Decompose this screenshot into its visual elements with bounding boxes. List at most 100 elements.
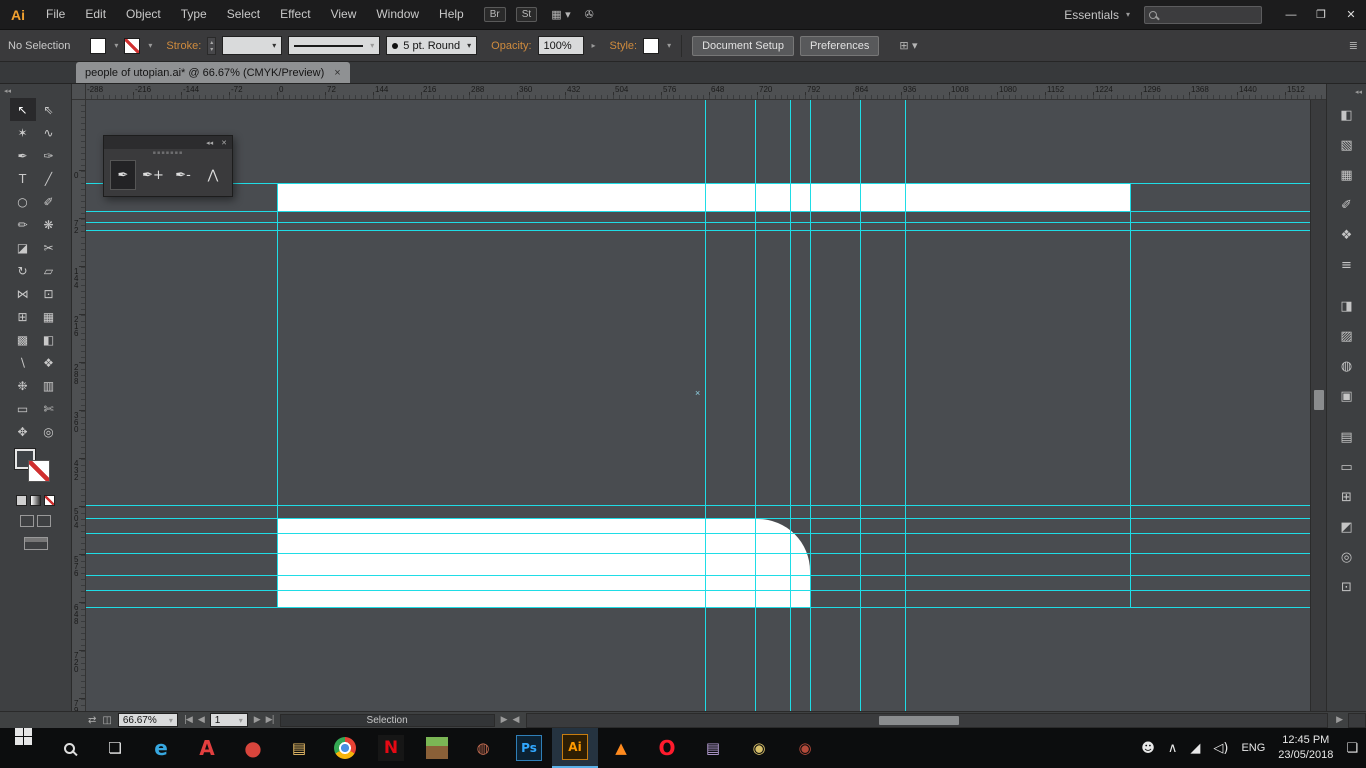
search-button[interactable] xyxy=(46,728,92,768)
arrange-documents-icon[interactable]: ▦ ▾ xyxy=(551,8,570,21)
shape-builder-tool[interactable]: ⊞ xyxy=(10,305,36,328)
layers-panel-icon[interactable]: ▤ xyxy=(1335,425,1359,449)
vertical-scrollbar-thumb[interactable] xyxy=(1314,390,1324,410)
perspective-grid-tool[interactable]: ▦ xyxy=(36,305,62,328)
status-flyout-icon[interactable]: ▶ xyxy=(501,715,507,725)
document-tab[interactable]: people of utopian.ai* @ 66.67% (CMYK/Pre… xyxy=(76,62,350,83)
guide-horizontal[interactable] xyxy=(86,575,1310,576)
blend-tool[interactable]: ❖ xyxy=(36,351,62,374)
opacity-label[interactable]: Opacity: xyxy=(491,40,531,52)
stroke-weight-select[interactable]: ▾ xyxy=(222,36,282,55)
expand-panels-icon[interactable]: ◂◂ xyxy=(1351,86,1366,100)
canvas[interactable]: × xyxy=(86,100,1310,711)
workspace-switcher[interactable]: Essentials ▾ xyxy=(1064,8,1130,22)
scroll-left-button[interactable]: ◀ xyxy=(513,715,519,725)
selection-tool[interactable]: ↖ xyxy=(10,98,36,121)
transparency-panel-icon[interactable]: ▨ xyxy=(1335,324,1359,348)
fill-color-swatch[interactable] xyxy=(90,38,106,54)
menu-view[interactable]: View xyxy=(321,0,367,29)
vertical-ruler[interactable]: 072144216288360432504576648720792 xyxy=(72,100,86,711)
guide-horizontal[interactable] xyxy=(86,607,1310,608)
color-guide-panel-icon[interactable]: ▧ xyxy=(1335,133,1359,157)
navigator-panel-icon[interactable]: ◎ xyxy=(1335,545,1359,569)
delete-anchor-point-tool[interactable]: ✒- xyxy=(170,160,196,190)
game-icon-1[interactable]: ◍ xyxy=(460,728,506,768)
guide-horizontal[interactable] xyxy=(86,505,1310,506)
brushes-panel-icon[interactable]: ✐ xyxy=(1335,193,1359,217)
gradient-tool[interactable]: ◧ xyxy=(36,328,62,351)
volume-icon[interactable]: ◁) xyxy=(1213,741,1228,756)
anchor-point-tool[interactable]: ⋀ xyxy=(200,160,226,190)
appearance-panel-icon[interactable]: ◍ xyxy=(1335,354,1359,378)
guide-vertical[interactable] xyxy=(790,100,791,711)
pen-tool[interactable]: ✒ xyxy=(10,144,36,167)
status-icon-1[interactable]: ⇄ xyxy=(88,715,96,726)
align-panel-icon[interactable]: ⊞ xyxy=(1335,485,1359,509)
none-button[interactable] xyxy=(44,495,55,506)
horizontal-scrollbar-thumb[interactable] xyxy=(879,716,959,725)
blob-brush-tool[interactable]: ❋ xyxy=(36,213,62,236)
artboard-tool[interactable]: ▭ xyxy=(10,397,36,420)
color-button[interactable] xyxy=(16,495,27,506)
style-swatch[interactable] xyxy=(643,38,659,54)
file-explorer-icon[interactable]: ▤ xyxy=(276,728,322,768)
draw-normal-button[interactable] xyxy=(20,515,34,527)
opacity-field[interactable]: 100% xyxy=(538,36,584,55)
zoom-level-select[interactable]: 66.67% ▾ xyxy=(118,713,178,727)
guide-vertical[interactable] xyxy=(810,100,811,711)
artboards-panel-icon[interactable]: ▭ xyxy=(1335,455,1359,479)
netflix-icon[interactable]: N xyxy=(368,728,414,768)
menu-type[interactable]: Type xyxy=(171,0,217,29)
slice-tool[interactable]: ✄ xyxy=(36,397,62,420)
previous-artboard-button[interactable]: ◀ xyxy=(198,715,204,725)
vertical-scrollbar[interactable] xyxy=(1310,84,1326,711)
align-options-icon[interactable]: ⊞ ▾ xyxy=(899,39,917,52)
type-tool[interactable]: T xyxy=(10,167,36,190)
chevron-up-icon[interactable]: ∧ xyxy=(1168,741,1178,756)
last-artboard-button[interactable]: ▶| xyxy=(266,715,274,725)
width-tool[interactable]: ⋈ xyxy=(10,282,36,305)
menu-window[interactable]: Window xyxy=(366,0,429,29)
stock-button[interactable]: St xyxy=(516,7,537,22)
close-tab-icon[interactable]: × xyxy=(334,67,340,79)
paintbrush-tool[interactable]: ✐ xyxy=(36,190,62,213)
language-indicator[interactable]: ENG xyxy=(1241,742,1265,754)
variable-width-profile-select[interactable]: ▾ xyxy=(288,36,380,55)
guide-vertical[interactable] xyxy=(860,100,861,711)
bridge-button[interactable]: Br xyxy=(484,7,506,22)
artwork-white-bar[interactable] xyxy=(277,183,1130,211)
menu-effect[interactable]: Effect xyxy=(270,0,320,29)
direct-selection-tool[interactable]: ⇖ xyxy=(36,98,62,121)
action-center-icon[interactable]: ❏ xyxy=(1346,741,1358,756)
restore-button[interactable]: ❐ xyxy=(1306,0,1336,29)
control-panel-menu-icon[interactable]: ≣ xyxy=(1349,39,1358,52)
edge-icon[interactable]: e xyxy=(138,728,184,768)
document-setup-button[interactable]: Document Setup xyxy=(692,36,794,56)
opera-icon[interactable]: O xyxy=(644,728,690,768)
artboard-number-field[interactable]: 1 ▾ xyxy=(210,713,248,727)
panel-grip[interactable]: ▪▪▪▪▪▪▪ xyxy=(104,149,232,158)
guide-horizontal[interactable] xyxy=(86,590,1310,591)
stroke-proxy-swatch[interactable] xyxy=(29,461,49,481)
guide-horizontal[interactable] xyxy=(86,533,1310,534)
search-input[interactable] xyxy=(1161,9,1257,21)
close-panel-icon[interactable]: ✕ xyxy=(221,139,227,147)
start-button[interactable] xyxy=(0,728,46,768)
horizontal-ruler[interactable]: -288-216-144-720721442162883604325045766… xyxy=(86,84,1326,100)
style-label[interactable]: Style: xyxy=(610,40,638,52)
color-panel-icon[interactable]: ◧ xyxy=(1335,103,1359,127)
pencil-tool[interactable]: ✏ xyxy=(10,213,36,236)
scroll-right-button[interactable]: ▶ xyxy=(1336,715,1342,725)
close-button[interactable]: ✕ xyxy=(1336,0,1366,29)
taskbar-clock[interactable]: 12:45 PM 23/05/2018 xyxy=(1278,733,1333,763)
magic-wand-tool[interactable]: ✶ xyxy=(10,121,36,144)
stroke-weight-stepper[interactable]: ▴▾ xyxy=(207,37,216,55)
status-icon-2[interactable]: ◫ xyxy=(102,715,111,726)
symbols-panel-icon[interactable]: ❖ xyxy=(1335,223,1359,247)
chrome-icon[interactable] xyxy=(322,728,368,768)
stroke-color-swatch[interactable] xyxy=(124,38,140,54)
hand-tool[interactable]: ✥ xyxy=(10,420,36,443)
media-player-icon[interactable]: ● xyxy=(230,728,276,768)
ellipse-tool[interactable]: ○ xyxy=(10,190,36,213)
horizontal-scrollbar[interactable] xyxy=(526,713,1328,728)
